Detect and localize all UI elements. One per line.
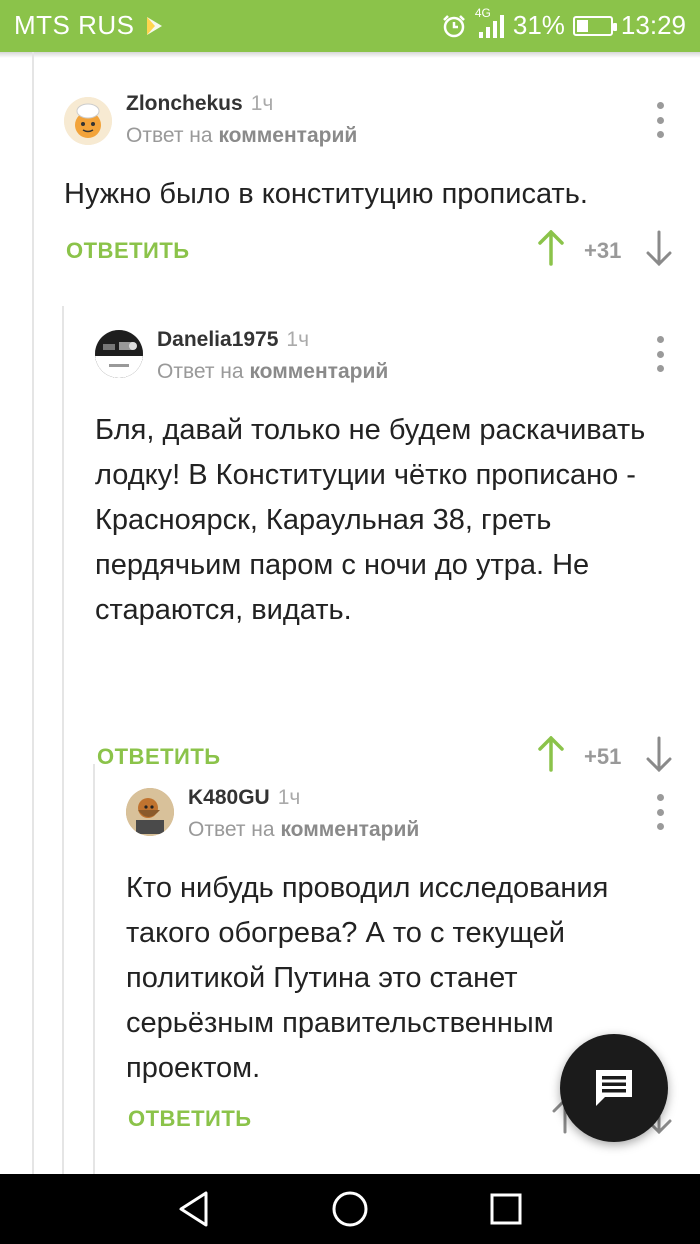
reply-to[interactable]: Ответ на комментарий xyxy=(188,818,419,842)
reply-button[interactable]: ОТВЕТИТЬ xyxy=(66,238,190,264)
thread-line-level3 xyxy=(93,764,95,1174)
author-name[interactable]: Zlonchekus 1ч xyxy=(126,92,273,116)
avatar[interactable] xyxy=(126,788,174,836)
comment-danelia1975: Danelia1975 1ч Ответ на комментарий Бля, … xyxy=(95,328,685,772)
thread-line-level2 xyxy=(62,306,64,1174)
reply-prefix: Ответ на xyxy=(126,124,213,147)
avatar[interactable] xyxy=(95,330,143,378)
upvote-icon[interactable] xyxy=(536,230,566,266)
comment-time: 1ч xyxy=(286,328,310,351)
comment-time: 1ч xyxy=(250,92,274,115)
downvote-icon[interactable] xyxy=(644,736,674,772)
avatar-image xyxy=(64,97,112,145)
recents-icon[interactable] xyxy=(486,1189,526,1229)
comment-text: Бля, давай только не будем раскачивать л… xyxy=(95,414,646,626)
reply-to[interactable]: Ответ на комментарий xyxy=(126,124,357,148)
play-store-icon xyxy=(146,16,162,35)
author-label: Zlonchekus xyxy=(126,92,243,115)
thread-line-level1 xyxy=(32,52,34,1174)
status-right: 4G 31% 13:29 xyxy=(441,6,686,41)
author-name[interactable]: K480GU 1ч xyxy=(188,786,300,810)
status-left: MTS RUS xyxy=(14,10,165,41)
more-options-icon[interactable] xyxy=(650,336,670,372)
toolbar-shadow xyxy=(0,52,700,58)
author-name[interactable]: Danelia1975 1ч xyxy=(157,328,309,352)
reply-target-link[interactable]: комментарий xyxy=(249,360,388,383)
avatar-image xyxy=(126,788,174,836)
reply-button[interactable]: ОТВЕТИТЬ xyxy=(97,744,221,770)
comment-time: 1ч xyxy=(277,786,301,809)
comment-text: Нужно было в конституцию прописать. xyxy=(64,178,588,210)
back-icon[interactable] xyxy=(175,1189,215,1229)
reply-prefix: Ответ на xyxy=(157,360,244,383)
navigation-bar xyxy=(0,1174,700,1244)
clock: 13:29 xyxy=(620,10,686,40)
comments-feed[interactable]: Zlonchekus 1ч Ответ на комментарий Нужно … xyxy=(0,52,700,1174)
reply-target-link[interactable]: комментарий xyxy=(218,124,357,147)
signal-icon: 4G xyxy=(475,6,505,40)
more-options-icon[interactable] xyxy=(650,794,670,830)
reply-prefix: Ответ на xyxy=(188,818,275,841)
downvote-icon[interactable] xyxy=(644,230,674,266)
write-comment-button[interactable] xyxy=(560,1034,668,1142)
home-icon[interactable] xyxy=(330,1189,370,1229)
upvote-icon[interactable] xyxy=(536,736,566,772)
status-bar: MTS RUS 4G 31% 13:29 xyxy=(0,0,700,52)
reply-target-link[interactable]: комментарий xyxy=(280,818,419,841)
avatar[interactable] xyxy=(64,97,112,145)
reply-to[interactable]: Ответ на комментарий xyxy=(157,360,388,384)
reply-button[interactable]: ОТВЕТИТЬ xyxy=(128,1106,252,1132)
vote-score: +51 xyxy=(584,744,622,769)
comment-zlonchekus: Zlonchekus 1ч Ответ на комментарий Нужно … xyxy=(64,92,684,314)
more-options-icon[interactable] xyxy=(650,102,670,138)
avatar-image xyxy=(95,330,143,378)
battery-fill xyxy=(576,19,588,32)
author-label: Danelia1975 xyxy=(157,328,279,351)
battery-icon xyxy=(572,15,617,36)
alarm-icon xyxy=(442,14,465,37)
vote-score: +31 xyxy=(584,238,622,263)
carrier-name: MTS RUS xyxy=(14,10,135,40)
battery-percent: 31% xyxy=(512,10,565,40)
author-label: K480GU xyxy=(188,786,270,809)
comment-icon xyxy=(596,1070,632,1106)
